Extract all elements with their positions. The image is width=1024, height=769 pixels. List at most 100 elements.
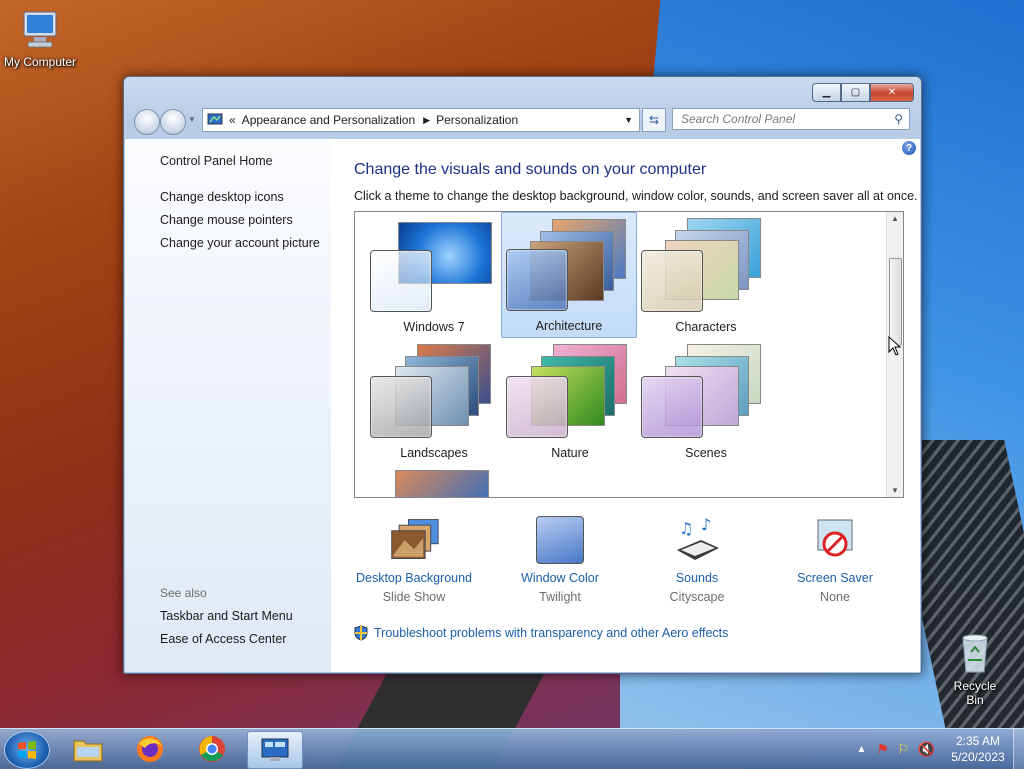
window-color-swatch: [641, 376, 703, 438]
show-hidden-icons-icon[interactable]: ▲: [857, 744, 867, 755]
desktop-icon-label: My Computer: [3, 55, 77, 69]
volume-muted-icon[interactable]: 🔇: [918, 741, 935, 758]
help-icon[interactable]: ?: [902, 141, 916, 155]
close-button[interactable]: ✕: [870, 83, 914, 102]
desktop-background-setting[interactable]: Desktop Background Slide Show: [339, 515, 489, 604]
setting-value: None: [820, 590, 850, 604]
taskbar-firefox[interactable]: [124, 731, 176, 767]
control-panel-icon: [261, 738, 289, 761]
search-input[interactable]: Search Control Panel ⚲: [672, 108, 910, 130]
sounds-icon: ♫ ♪: [671, 515, 723, 565]
desktop-background-icon: [388, 515, 440, 565]
change-mouse-pointers-link[interactable]: Change mouse pointers: [160, 213, 293, 227]
taskbar-chrome[interactable]: [186, 731, 238, 767]
theme-name: Characters: [675, 320, 737, 334]
refresh-icon: ⇆: [648, 113, 660, 127]
sounds-setting[interactable]: ♫ ♪ Sounds Cityscape: [622, 515, 772, 604]
refresh-button[interactable]: ⇆: [642, 108, 666, 132]
theme-list: Windows 7 Architecture Characters Landsc…: [354, 211, 904, 498]
control-panel-icon: [207, 113, 223, 125]
change-desktop-icons-link[interactable]: Change desktop icons: [160, 190, 284, 204]
svg-text:♫: ♫: [679, 519, 693, 538]
window-color-setting[interactable]: Window Color Twilight: [485, 515, 635, 604]
maximize-button[interactable]: ▢: [841, 83, 870, 102]
setting-title[interactable]: Sounds: [622, 571, 772, 585]
forward-button[interactable]: [160, 109, 186, 135]
troubleshoot-label[interactable]: Troubleshoot problems with transparency …: [374, 626, 728, 640]
window-color-swatch: [506, 249, 568, 311]
theme-partial-thumbnail[interactable]: [395, 470, 489, 497]
folder-icon: [73, 740, 103, 762]
search-placeholder: Search Control Panel: [681, 112, 796, 126]
address-dropdown-icon[interactable]: ▼: [624, 115, 633, 125]
theme-name: Windows 7: [403, 320, 465, 334]
theme-characters[interactable]: Characters: [639, 214, 773, 338]
change-account-picture-link[interactable]: Change your account picture: [160, 236, 320, 250]
mouse-cursor-icon: [888, 336, 902, 356]
desktop-icon-label: Recycle Bin: [953, 679, 997, 707]
address-bar[interactable]: « Appearance and Personalization ▶ Perso…: [202, 108, 640, 132]
window-client-area: Control Panel Home Change desktop icons …: [125, 139, 920, 672]
personalization-window: ▁ ▢ ✕ ▼ « Appearance and Personalization…: [123, 76, 922, 674]
clock-date: 5/20/2023: [951, 750, 1005, 764]
taskbar: ▲ ⚑ ⚐ 🔇 2:35 AM 5/20/2023: [0, 728, 1024, 769]
scrollbar-thumb[interactable]: [889, 258, 902, 346]
chrome-icon: [199, 736, 225, 762]
scroll-down-icon[interactable]: ▼: [891, 486, 899, 495]
desktop-icon-my-computer[interactable]: My Computer: [2, 8, 78, 69]
setting-value: Cityscape: [669, 590, 725, 604]
clock-time: 2:35 AM: [955, 734, 1001, 748]
recent-pages-dropdown-icon[interactable]: ▼: [188, 115, 196, 124]
navigation-bar: ▼ « Appearance and Personalization ▶ Per…: [132, 107, 913, 135]
windows-logo-icon: [18, 741, 36, 759]
page-title: Change the visuals and sounds on your co…: [354, 161, 707, 178]
theme-nature[interactable]: Nature: [503, 340, 637, 464]
window-color-swatch: [641, 250, 703, 312]
theme-windows-7[interactable]: Windows 7: [367, 214, 501, 338]
control-panel-home-link[interactable]: Control Panel Home: [160, 154, 273, 168]
computer-icon: [23, 11, 57, 48]
breadcrumb-arrow-icon[interactable]: ▶: [423, 115, 430, 126]
theme-architecture[interactable]: Architecture: [501, 212, 637, 338]
troubleshoot-link[interactable]: Troubleshoot problems with transparency …: [354, 625, 728, 641]
ease-of-access-link[interactable]: Ease of Access Center: [160, 632, 286, 646]
theme-name: Landscapes: [400, 446, 468, 460]
show-desktop-button[interactable]: [1013, 729, 1024, 769]
setting-title[interactable]: Window Color: [485, 571, 635, 585]
screen-saver-icon: [809, 515, 861, 565]
taskbar-start-menu-link[interactable]: Taskbar and Start Menu: [160, 609, 293, 623]
shield-icon: [354, 625, 368, 641]
clock[interactable]: 2:35 AM 5/20/2023: [943, 733, 1013, 765]
theme-name: Nature: [551, 446, 589, 460]
taskbar-control-panel[interactable]: [247, 731, 303, 769]
window-controls: ▁ ▢ ✕: [812, 83, 914, 102]
setting-value: Slide Show: [382, 590, 446, 604]
theme-name: Scenes: [685, 446, 727, 460]
taskbar-explorer[interactable]: [62, 731, 114, 767]
search-icon[interactable]: ⚲: [894, 112, 903, 126]
desktop-icon-recycle-bin[interactable]: Recycle Bin: [944, 632, 1006, 707]
system-tray: ▲ ⚑ ⚐ 🔇 2:35 AM 5/20/2023: [857, 729, 1024, 769]
setting-value: Twilight: [539, 590, 581, 604]
minimize-button[interactable]: ▁: [812, 83, 841, 102]
window-color-icon: [534, 515, 586, 565]
start-button[interactable]: [4, 731, 50, 769]
recycle-bin-icon: [962, 634, 988, 673]
network-error-icon[interactable]: ⚑: [876, 741, 889, 758]
address-overflow[interactable]: «: [229, 113, 236, 127]
back-button[interactable]: [134, 109, 160, 135]
action-center-icon[interactable]: ⚐: [897, 741, 910, 758]
window-color-swatch: [370, 376, 432, 438]
setting-title[interactable]: Screen Saver: [760, 571, 910, 585]
left-pane: Control Panel Home Change desktop icons …: [125, 139, 331, 672]
theme-name: Architecture: [535, 319, 603, 333]
see-also-heading: See also: [160, 586, 207, 600]
screen-saver-setting[interactable]: Screen Saver None: [760, 515, 910, 604]
svg-text:♪: ♪: [701, 516, 711, 534]
breadcrumb-personalization[interactable]: Personalization: [436, 113, 518, 127]
setting-title[interactable]: Desktop Background: [339, 571, 489, 585]
theme-scenes[interactable]: Scenes: [639, 340, 773, 464]
scroll-up-icon[interactable]: ▲: [891, 214, 899, 223]
theme-landscapes[interactable]: Landscapes: [367, 340, 501, 464]
breadcrumb-appearance[interactable]: Appearance and Personalization: [242, 113, 415, 127]
